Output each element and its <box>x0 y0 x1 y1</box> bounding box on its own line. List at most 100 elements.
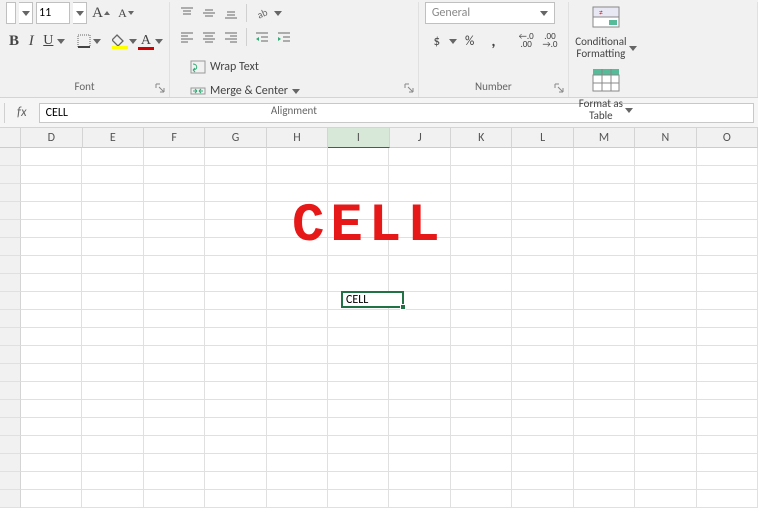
cell[interactable] <box>82 166 143 184</box>
cell[interactable] <box>574 238 635 256</box>
cell[interactable] <box>267 382 328 400</box>
cell[interactable] <box>389 220 450 238</box>
cell[interactable] <box>697 166 758 184</box>
cell[interactable] <box>451 184 512 202</box>
cell[interactable] <box>144 274 205 292</box>
column-header-J[interactable]: J <box>390 128 451 148</box>
cell[interactable] <box>574 328 635 346</box>
cell[interactable] <box>697 382 758 400</box>
cell[interactable] <box>635 148 696 166</box>
cell[interactable] <box>205 418 266 436</box>
column-header-G[interactable]: G <box>205 128 266 148</box>
cell[interactable] <box>267 220 328 238</box>
increase-font-button[interactable]: A <box>90 2 112 24</box>
cell[interactable] <box>389 202 450 220</box>
cell[interactable] <box>205 382 266 400</box>
cell[interactable] <box>389 148 450 166</box>
cell[interactable] <box>697 454 758 472</box>
cell[interactable] <box>451 148 512 166</box>
cell[interactable] <box>205 454 266 472</box>
cell[interactable] <box>21 400 82 418</box>
cell[interactable] <box>82 202 143 220</box>
cell[interactable] <box>205 436 266 454</box>
cell[interactable] <box>512 490 573 508</box>
decrease-decimal-button[interactable]: .00→.0 <box>538 30 562 52</box>
cell[interactable] <box>82 238 143 256</box>
cell[interactable] <box>328 256 389 274</box>
cell[interactable] <box>574 436 635 454</box>
cell[interactable] <box>389 364 450 382</box>
cell[interactable] <box>389 166 450 184</box>
cell[interactable] <box>144 382 205 400</box>
cell[interactable] <box>328 346 389 364</box>
cell[interactable] <box>697 202 758 220</box>
cell[interactable] <box>574 184 635 202</box>
cell[interactable] <box>144 238 205 256</box>
cell[interactable] <box>697 274 758 292</box>
cell[interactable] <box>389 436 450 454</box>
cell[interactable] <box>267 418 328 436</box>
cell[interactable] <box>512 310 573 328</box>
cell[interactable] <box>697 238 758 256</box>
cell[interactable] <box>328 400 389 418</box>
cell[interactable] <box>451 418 512 436</box>
cell[interactable] <box>21 220 82 238</box>
format-as-table-button[interactable]: Format as Table <box>575 64 637 124</box>
cell[interactable] <box>267 490 328 508</box>
decrease-indent-button[interactable] <box>251 26 273 48</box>
borders-button[interactable] <box>76 30 92 52</box>
cell[interactable] <box>512 292 573 310</box>
cell[interactable] <box>328 310 389 328</box>
cell[interactable] <box>451 274 512 292</box>
number-format-select[interactable]: General <box>425 2 555 24</box>
cell[interactable] <box>635 274 696 292</box>
cell[interactable] <box>635 310 696 328</box>
comma-button[interactable]: , <box>482 30 506 52</box>
cell[interactable] <box>574 454 635 472</box>
cell[interactable] <box>328 148 389 166</box>
cell[interactable] <box>82 436 143 454</box>
cell[interactable] <box>82 292 143 310</box>
cell[interactable] <box>21 490 82 508</box>
cell[interactable] <box>635 418 696 436</box>
cell[interactable] <box>82 346 143 364</box>
cell[interactable] <box>451 382 512 400</box>
cell[interactable] <box>82 220 143 238</box>
cell[interactable] <box>697 346 758 364</box>
cell[interactable] <box>512 364 573 382</box>
cell[interactable] <box>451 238 512 256</box>
cell[interactable] <box>267 148 328 166</box>
cell[interactable] <box>328 166 389 184</box>
cell[interactable] <box>635 346 696 364</box>
cell[interactable] <box>635 166 696 184</box>
cell[interactable] <box>205 310 266 328</box>
cell[interactable] <box>205 400 266 418</box>
cell[interactable] <box>21 274 82 292</box>
increase-indent-button[interactable] <box>273 26 295 48</box>
cell[interactable] <box>389 274 450 292</box>
cell[interactable] <box>21 148 82 166</box>
cell[interactable] <box>205 346 266 364</box>
cell[interactable] <box>697 184 758 202</box>
cell[interactable] <box>574 382 635 400</box>
underline-dropdown[interactable] <box>57 39 65 44</box>
column-header-L[interactable]: L <box>512 128 573 148</box>
cell[interactable] <box>82 490 143 508</box>
cell[interactable] <box>451 346 512 364</box>
cell[interactable] <box>635 220 696 238</box>
cell[interactable] <box>512 418 573 436</box>
cell[interactable] <box>389 400 450 418</box>
cell[interactable] <box>389 454 450 472</box>
cell[interactable] <box>635 382 696 400</box>
cell[interactable] <box>512 274 573 292</box>
cell[interactable] <box>574 220 635 238</box>
cell[interactable] <box>21 202 82 220</box>
cell[interactable] <box>451 166 512 184</box>
cell[interactable] <box>205 274 266 292</box>
cell[interactable] <box>574 418 635 436</box>
cell[interactable] <box>144 454 205 472</box>
cell[interactable] <box>328 364 389 382</box>
column-header-K[interactable]: K <box>451 128 512 148</box>
cell[interactable] <box>389 346 450 364</box>
column-header-O[interactable]: O <box>697 128 758 148</box>
